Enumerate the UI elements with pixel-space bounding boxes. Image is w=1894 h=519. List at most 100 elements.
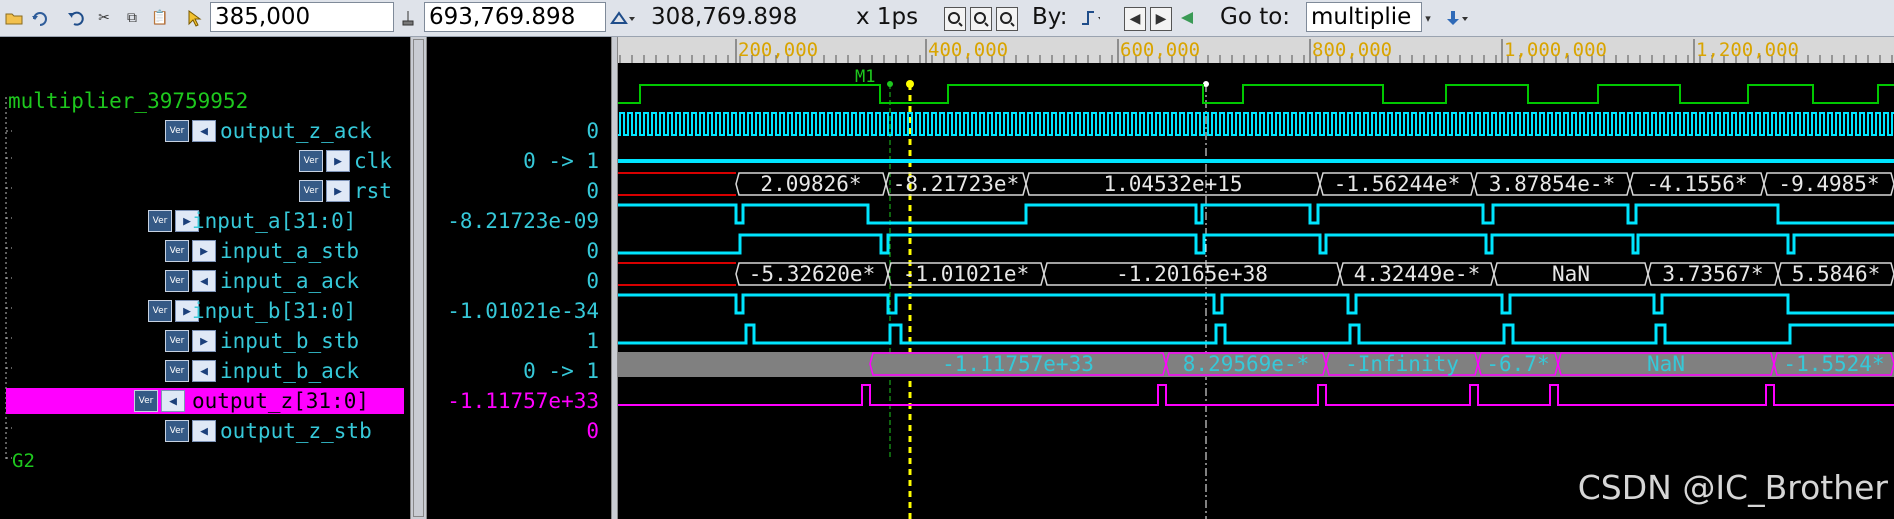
tree-group[interactable]: G2 <box>12 446 35 476</box>
bus-output-z-value: 8.29569e-* <box>1183 352 1309 376</box>
wave-output-z-stb <box>618 384 1894 406</box>
goto-label: Go to: <box>1220 4 1291 30</box>
zoom-out-icon[interactable] <box>970 7 992 31</box>
bus-input-a-value: -8.21723e* <box>893 172 1019 196</box>
cursor-time-input[interactable]: 385,000 <box>210 2 394 32</box>
signal-value: 0 <box>586 119 599 143</box>
wave-input-a-ack <box>618 233 1894 255</box>
signal-type-badge: Ver ▶ <box>165 240 216 262</box>
ruler-tick-label: 1,200,000 <box>1696 39 1799 61</box>
output-port-icon: ◀ <box>192 270 216 292</box>
verilog-icon: Ver <box>165 270 189 292</box>
bus-input-a-value: 1.04532e+15 <box>1103 172 1242 196</box>
verilog-icon: Ver <box>148 300 172 322</box>
marker-time-input[interactable]: 693,769.898 <box>424 2 606 32</box>
input-port-icon: ▶ <box>192 240 216 262</box>
bus-input-b-value: -1.20165e+38 <box>1116 262 1268 286</box>
signal-value: -1.11757e+33 <box>447 389 599 413</box>
edge-icon[interactable] <box>1080 7 1100 29</box>
waveform-canvas[interactable]: 200,000 400,000 600,000 800,000 1,000,000 1,2… <box>618 37 1894 519</box>
signal-type-badge: Ver ◀ <box>165 360 216 382</box>
bus-input-a-undefined <box>618 172 736 196</box>
goto-select[interactable]: multiplie <box>1306 2 1422 32</box>
chevron-down-icon[interactable]: ▾ <box>1422 7 1434 29</box>
signal-name[interactable]: output_z_stb <box>220 416 372 446</box>
signal-value: 0 -> 1 <box>523 359 599 383</box>
copy-icon[interactable]: ⧉ <box>122 7 142 29</box>
signal-name[interactable]: input_a_stb <box>220 236 359 266</box>
by-label: By: <box>1032 4 1068 30</box>
ruler-tick-label: 800,000 <box>1312 39 1392 61</box>
output-port-icon: ◀ <box>192 420 216 442</box>
signal-name[interactable]: input_b_ack <box>220 356 359 386</box>
signal-name[interactable]: input_b_stb <box>220 326 359 356</box>
waveform-svg[interactable]: 200,000 400,000 600,000 800,000 1,000,000 1,2… <box>618 37 1894 519</box>
signal-name[interactable]: input_a_ack <box>220 266 359 296</box>
wave-clk <box>618 112 1894 136</box>
verilog-icon: Ver <box>299 180 323 202</box>
zoom-in-icon[interactable] <box>944 7 966 31</box>
verilog-icon: Ver <box>148 210 172 232</box>
open-icon[interactable] <box>4 7 24 29</box>
timescale-readout: x 1ps <box>856 4 919 30</box>
vertical-scrollbar-track[interactable] <box>413 39 424 517</box>
signal-name[interactable]: output_z_ack <box>220 116 372 146</box>
paste-icon[interactable]: 📋 <box>150 7 170 29</box>
signal-value: 1 <box>586 329 599 353</box>
verilog-icon: Ver <box>165 330 189 352</box>
bus-input-a-value: -1.56244e* <box>1334 172 1460 196</box>
cut-icon[interactable]: ✂ <box>94 7 114 29</box>
ruler-tick-label: 200,000 <box>738 39 818 61</box>
bus-input-b-value: 4.32449e-* <box>1354 262 1480 286</box>
verilog-icon: Ver <box>134 390 158 412</box>
wave-input-a-stb <box>618 203 1894 225</box>
marker-icon[interactable] <box>398 7 418 29</box>
signal-type-badge: Ver ▶ <box>299 180 350 202</box>
bus-input-a-value: -4.1556* <box>1646 172 1747 196</box>
signal-type-badge: Ver ▶ <box>299 150 350 172</box>
verilog-icon: Ver <box>165 120 189 142</box>
panel-splitter[interactable] <box>611 37 618 519</box>
bus-input-b-value: 5.5846* <box>1792 262 1881 286</box>
signal-value: -8.21723e-09 <box>447 209 599 233</box>
prev-icon[interactable]: ◀ <box>1124 7 1146 31</box>
signal-value: 0 <box>586 179 599 203</box>
bus-input-a-value: 2.09826* <box>760 172 861 196</box>
panel-splitter-scrollbar[interactable] <box>410 37 427 519</box>
nav-icon[interactable] <box>1440 7 1470 29</box>
delta-time-readout: 308,769.898 <box>651 4 798 30</box>
signal-value: 0 -> 1 <box>523 149 599 173</box>
signal-value-panel: 0 0 -> 1 0 -8.21723e-09 0 0 -1.01021e-34 1 0 -> … <box>427 37 611 519</box>
signal-name[interactable]: input_a[31:0] <box>192 206 356 236</box>
cursor-icon[interactable] <box>184 7 204 29</box>
bus-output-z-value: -Infinity <box>1345 352 1459 376</box>
bus-output-z-value: -1.5524* <box>1783 352 1884 376</box>
delta-icon[interactable] <box>610 7 636 29</box>
bus-input-b-value: -5.32620e* <box>749 262 875 286</box>
signal-type-badge: Ver ◀ <box>165 420 216 442</box>
bus-input-b-value: NaN <box>1552 262 1590 286</box>
signal-type-badge: Ver ◀ <box>134 390 185 412</box>
wave-input-b-ack <box>618 323 1894 345</box>
back-icon[interactable] <box>1176 7 1196 29</box>
zoom-full-icon[interactable] <box>996 7 1018 31</box>
verilog-icon: Ver <box>165 360 189 382</box>
signal-name[interactable]: output_z[31:0] <box>192 386 369 416</box>
signal-name[interactable]: clk <box>354 146 392 176</box>
ruler-tick-label: 400,000 <box>928 39 1008 61</box>
signal-value: 0 <box>586 239 599 263</box>
undo-icon[interactable] <box>66 7 86 29</box>
signal-type-badge: Ver ◀ <box>165 120 216 142</box>
bus-input-a-value: 3.87854e-* <box>1489 172 1615 196</box>
signal-name[interactable]: input_b[31:0] <box>192 296 356 326</box>
signal-value: 0 <box>586 269 599 293</box>
bus-input-b-value: -1.01021e* <box>903 262 1029 286</box>
signal-name[interactable]: rst <box>354 176 392 206</box>
verilog-icon: Ver <box>165 420 189 442</box>
signal-name-panel: multiplier_39759952 Ver ◀ output_z_ack Ver ▶… <box>0 37 410 519</box>
signal-value: -1.01021e-34 <box>447 299 599 323</box>
bus-input-b-undefined <box>618 262 736 286</box>
next-icon[interactable]: ▶ <box>1150 7 1172 31</box>
reload-icon[interactable] <box>30 7 50 29</box>
tree-root[interactable]: multiplier_39759952 <box>8 86 248 116</box>
